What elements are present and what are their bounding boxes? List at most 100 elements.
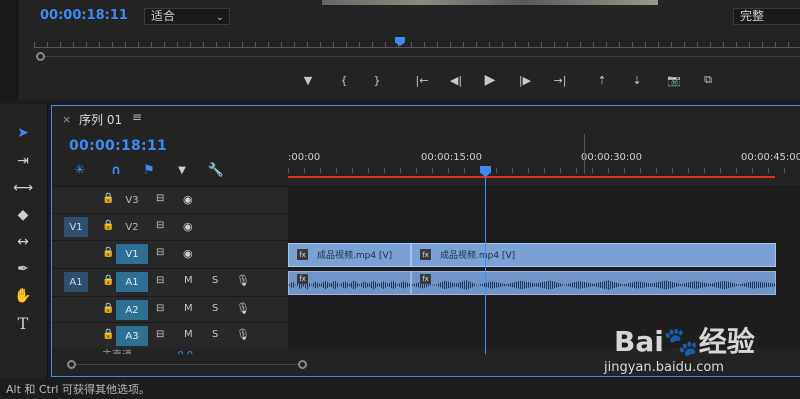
selection-tool-icon[interactable]: ➤: [11, 122, 35, 144]
video-preview-edge: [322, 0, 658, 5]
playhead-line[interactable]: [485, 178, 486, 354]
go-to-in-button[interactable]: |←: [410, 70, 434, 90]
resolution-select[interactable]: 完整: [733, 8, 800, 25]
track-lane-v2[interactable]: [288, 214, 800, 240]
lock-icon[interactable]: 🔒: [102, 329, 114, 340]
mute-button[interactable]: M: [184, 303, 193, 314]
sync-lock-icon[interactable]: ⊟: [156, 329, 164, 340]
solo-button[interactable]: S: [212, 303, 218, 314]
video-clip[interactable]: fx 成品视频.mp4 [V]: [411, 243, 776, 267]
track-target-v3[interactable]: V3: [116, 190, 148, 210]
ruler-ticks: [288, 168, 800, 173]
snap-magnet-icon[interactable]: ∩: [107, 161, 125, 179]
type-tool-icon[interactable]: T: [11, 312, 35, 334]
microphone-icon[interactable]: 🎙: [236, 328, 250, 341]
fx-badge-icon: fx: [297, 274, 308, 284]
program-timecode[interactable]: 00:00:18:11: [40, 8, 128, 23]
chevron-down-icon: ⌄: [215, 12, 224, 23]
monitor-zoom-scrollbar[interactable]: [34, 50, 800, 62]
zoom-handle[interactable]: [36, 52, 45, 61]
slip-tool-icon[interactable]: ↔: [11, 231, 35, 253]
track-row-v1: 🔒 V1 ⊟ ◉ fx 成品视频.mp4 [V] fx 成品视频.mp4 [V]: [52, 240, 800, 268]
sync-lock-icon[interactable]: ⊟: [156, 303, 164, 314]
track-target-a3[interactable]: A3: [116, 326, 148, 346]
track-target-a2[interactable]: A2: [116, 300, 148, 320]
track-target-v2[interactable]: V2: [116, 217, 148, 237]
track-target-v1[interactable]: V1: [116, 244, 148, 264]
ripple-edit-tool-icon[interactable]: ⟷: [11, 177, 35, 199]
wrench-settings-icon[interactable]: 🔧: [207, 161, 225, 179]
lock-icon[interactable]: 🔒: [102, 220, 114, 231]
lock-icon[interactable]: 🔒: [102, 275, 114, 286]
eye-icon[interactable]: ◉: [183, 220, 193, 233]
nest-sequence-icon[interactable]: ✳: [71, 161, 89, 179]
linked-selection-icon[interactable]: ⚑: [140, 161, 158, 179]
panel-menu-icon[interactable]: ≡: [132, 110, 142, 124]
scroll-handle-right[interactable]: [298, 360, 307, 369]
timeline-zoom-scrollbar[interactable]: [67, 360, 307, 370]
ruler-label-0: :00:00: [288, 152, 321, 163]
sync-lock-icon[interactable]: ⊟: [156, 220, 164, 231]
mute-button[interactable]: M: [184, 329, 193, 340]
fit-select[interactable]: 适合 ⌄: [144, 8, 230, 25]
sync-lock-icon[interactable]: ⊟: [156, 193, 164, 204]
go-to-out-button[interactable]: →|: [548, 70, 572, 90]
work-area-bar[interactable]: [288, 176, 775, 178]
extract-button[interactable]: ⇣: [625, 70, 649, 90]
solo-button[interactable]: S: [212, 275, 218, 286]
audio-clip[interactable]: fx: [288, 271, 411, 295]
track-row-a1: A1 🔒 A1 ⊟ M S 🎙 fx fx: [52, 268, 800, 296]
sync-lock-icon[interactable]: ⊟: [156, 247, 164, 258]
fx-badge-icon: fx: [420, 274, 431, 284]
lock-icon[interactable]: 🔒: [102, 247, 114, 258]
eye-icon[interactable]: ◉: [183, 247, 193, 260]
track-select-tool-icon[interactable]: ⇥: [11, 150, 35, 172]
solo-button[interactable]: S: [212, 329, 218, 340]
scroll-handle-left[interactable]: [67, 360, 76, 369]
audio-clip[interactable]: fx: [411, 271, 776, 295]
compare-view-button[interactable]: ⧉: [696, 70, 720, 90]
step-back-button[interactable]: ◀|: [444, 70, 468, 90]
eye-icon[interactable]: ◉: [183, 193, 193, 206]
clip-label: 成品视频.mp4 [V]: [317, 251, 393, 261]
source-patch-a1[interactable]: A1: [64, 272, 88, 292]
mark-out-button[interactable]: }: [365, 70, 389, 90]
step-forward-button[interactable]: |▶: [513, 70, 537, 90]
lock-icon[interactable]: 🔒: [102, 303, 114, 314]
track-row-v2: V1 🔒 V2 ⊟ ◉: [52, 213, 800, 240]
track-header-a2: 🔒 A2 ⊟ M S 🎙: [52, 297, 288, 322]
sequence-tab-title[interactable]: 序列 01: [79, 111, 122, 128]
ruler-major-tick: [584, 134, 585, 174]
video-clip[interactable]: fx 成品视频.mp4 [V]: [288, 243, 411, 267]
export-frame-button[interactable]: 📷: [662, 70, 686, 90]
fx-badge-icon: fx: [297, 249, 308, 260]
ruler-label-30: 00:00:30:00: [581, 152, 643, 163]
add-marker-icon[interactable]: ▼: [173, 161, 191, 179]
track-header-v3: 🔒 V3 ⊟ ◉: [52, 187, 288, 213]
timeline-toolbar: ✳ ∩ ⚑ ▼ 🔧: [69, 161, 259, 179]
track-lane-v1[interactable]: fx 成品视频.mp4 [V] fx 成品视频.mp4 [V]: [288, 241, 800, 268]
timeline-timecode[interactable]: 00:00:18:11: [69, 138, 167, 154]
zoom-track: [40, 56, 800, 57]
microphone-icon[interactable]: 🎙: [236, 302, 250, 315]
track-lane-v3[interactable]: [288, 187, 800, 213]
mark-in-button[interactable]: {: [332, 70, 356, 90]
play-button[interactable]: ▶: [478, 70, 502, 90]
microphone-icon[interactable]: 🎙: [236, 274, 250, 287]
pen-tool-icon[interactable]: ✒: [11, 258, 35, 280]
close-tab-button[interactable]: ×: [62, 113, 71, 126]
timeline-time-ruler[interactable]: :00:00 00:00:15:00 00:00:30:00 00:00:45:…: [288, 134, 800, 182]
monitor-time-ruler[interactable]: [34, 38, 800, 48]
lock-icon[interactable]: 🔒: [102, 193, 114, 204]
add-marker-button[interactable]: ▼: [296, 70, 320, 90]
hand-tool-icon[interactable]: ✋: [11, 285, 35, 307]
lift-button[interactable]: ⇡: [590, 70, 614, 90]
sync-lock-icon[interactable]: ⊟: [156, 275, 164, 286]
razor-tool-icon[interactable]: ◆: [11, 204, 35, 226]
track-target-a1[interactable]: A1: [116, 272, 148, 292]
track-lane-a1[interactable]: fx fx: [288, 269, 800, 296]
mute-button[interactable]: M: [184, 275, 193, 286]
program-monitor: 00:00:18:11 适合 ⌄ 完整 ▼ { } |← ◀| ▶ |▶ →| …: [0, 0, 800, 100]
source-patch-v1[interactable]: V1: [64, 217, 88, 237]
track-header-a1: A1 🔒 A1 ⊟ M S 🎙: [52, 269, 288, 296]
